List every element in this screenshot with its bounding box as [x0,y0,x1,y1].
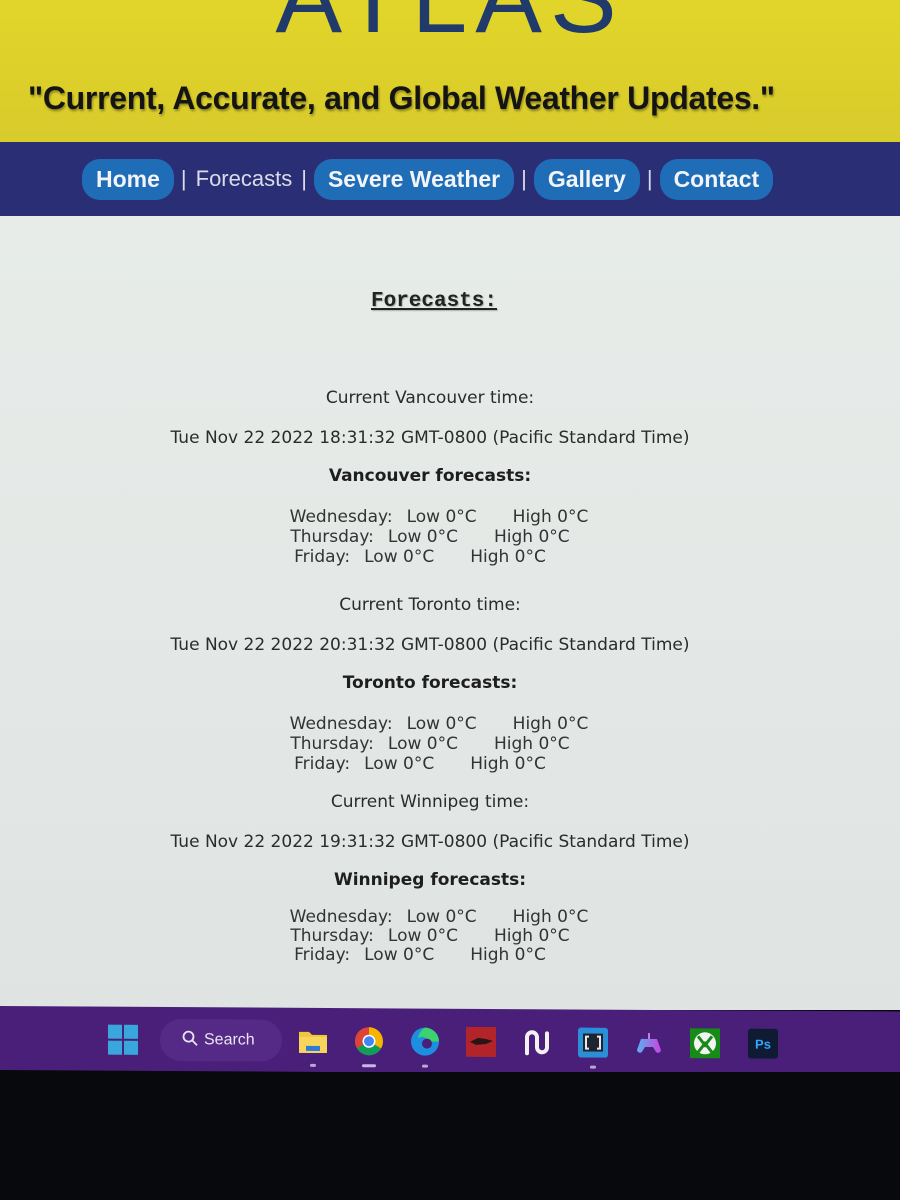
forecast-low: Low 0°C [387,527,458,547]
current-time-value: Tue Nov 22 2022 19:31:32 GMT-0800 (Pacif… [170,832,690,852]
current-time-value: Tue Nov 22 2022 18:31:32 GMT-0800 (Pacif… [170,428,690,448]
monitor-bezel [0,1072,900,1200]
nav-separator: | [180,166,187,191]
photoshop-label: Ps [755,1037,771,1052]
edge-icon[interactable] [410,1027,440,1057]
running-indicator [590,1065,596,1069]
nav-forecasts[interactable]: Forecasts [194,166,295,192]
forecast-row: Wednesday: Low 0°C High 0°C [0,507,860,527]
forecast-low: Low 0°C [406,714,477,734]
forecast-row: Wednesday: Low 0°C High 0°C [0,714,860,734]
running-indicator [310,1063,316,1067]
magnifier-icon [182,1030,198,1051]
forecast-low: Low 0°C [387,926,458,946]
folder-icon[interactable] [298,1026,328,1056]
forecast-high: High 0°C [493,527,570,547]
forecast-title: Winnipeg forecasts: [333,870,527,890]
forecast-high: High 0°C [493,926,570,946]
current-time-value: Tue Nov 22 2022 20:31:32 GMT-0800 (Pacif… [170,635,690,655]
forecast-list: Wednesday: Low 0°C High 0°C Thursday: Low 0… [0,908,860,965]
forecast-day: Friday: [294,945,351,965]
forecast-day: Wednesday: [289,714,393,734]
running-indicator [422,1064,428,1068]
forecast-low: Low 0°C [364,547,435,567]
forecast-row: Thursday: Low 0°C High 0°C [0,927,860,946]
city-section-winnipeg: Current Winnipeg time: Tue Nov 22 2022 1… [0,792,860,965]
forecast-row: Friday: Low 0°C High 0°C [0,754,860,774]
current-time-label: Current Winnipeg time: [330,792,530,812]
nav-contact[interactable]: Contact [659,158,774,200]
forecast-high: High 0°C [512,907,589,927]
windows-taskbar: Search Ps [0,1006,900,1076]
current-time-label: Current Toronto time: [339,595,521,615]
nav-separator: | [301,166,307,191]
main-content: Forecasts: Current Vancouver time: Tue N… [0,216,900,1010]
forecast-list: Wednesday: Low 0°C High 0°C Thursday: Low 0… [0,507,860,567]
forecast-high: High 0°C [512,714,589,734]
windows-start-icon[interactable] [108,1024,138,1055]
forecast-row: Friday: Low 0°C High 0°C [0,946,860,965]
forecast-high: High 0°C [470,945,546,965]
forecast-low: Low 0°C [406,907,477,927]
forecast-title: Toronto forecasts: [342,673,518,693]
nav-home[interactable]: Home [82,158,174,200]
site-header: ATLAS "Current, Accurate, and Global Wea… [0,0,900,142]
gamepad-icon[interactable] [634,1028,664,1058]
forecast-day: Thursday: [290,527,374,547]
forecast-low: Low 0°C [364,754,435,774]
forecast-row: Wednesday: Low 0°C High 0°C [0,908,860,927]
current-time-label: Current Vancouver time: [325,388,535,408]
forecast-day: Wednesday: [289,907,393,927]
nav-severe-weather[interactable]: Severe Weather [313,158,515,200]
taskbar-search-button[interactable]: Search [160,1018,282,1062]
forecast-high: High 0°C [512,507,589,527]
forecast-title: Vancouver forecasts: [328,466,532,486]
nav-separator: | [646,166,653,191]
active-indicator [362,1064,376,1068]
forecast-row: Friday: Low 0°C High 0°C [0,547,860,567]
forecast-row: Thursday: Low 0°C High 0°C [0,527,860,547]
forecast-day: Friday: [294,754,351,774]
chrome-icon[interactable] [354,1026,384,1056]
site-logo[interactable]: ATLAS [0,0,900,48]
city-section-vancouver: Current Vancouver time: Tue Nov 22 2022 … [0,388,860,567]
forecast-row: Thursday: Low 0°C High 0°C [0,734,860,754]
taskbar-search-label: Search [204,1031,255,1049]
forecast-day: Friday: [294,547,351,567]
forecast-day: Thursday: [290,926,374,946]
nav-gallery[interactable]: Gallery [533,158,640,200]
brackets-icon[interactable] [578,1027,608,1058]
wave-app-icon[interactable] [522,1027,552,1057]
forecast-day: Thursday: [290,734,374,754]
forecast-low: Low 0°C [387,734,458,754]
red-app-icon[interactable] [466,1026,496,1058]
site-tagline: "Current, Accurate, and Global Weather U… [28,80,775,116]
forecast-low: Low 0°C [364,945,435,965]
city-section-toronto: Current Toronto time: Tue Nov 22 2022 20… [0,595,860,774]
nav-separator: | [521,166,527,191]
forecast-high: High 0°C [493,734,570,754]
main-nav: Home | Forecasts | Severe Weather | Gall… [0,142,900,216]
forecast-high: High 0°C [470,754,546,774]
forecast-list: Wednesday: Low 0°C High 0°C Thursday: Low 0… [0,714,860,774]
xbox-icon[interactable] [690,1028,720,1059]
forecast-high: High 0°C [470,547,546,567]
page-title: Forecasts: [370,290,498,313]
photoshop-icon[interactable]: Ps [748,1028,778,1059]
forecast-low: Low 0°C [406,507,477,527]
forecast-day: Wednesday: [289,507,393,527]
